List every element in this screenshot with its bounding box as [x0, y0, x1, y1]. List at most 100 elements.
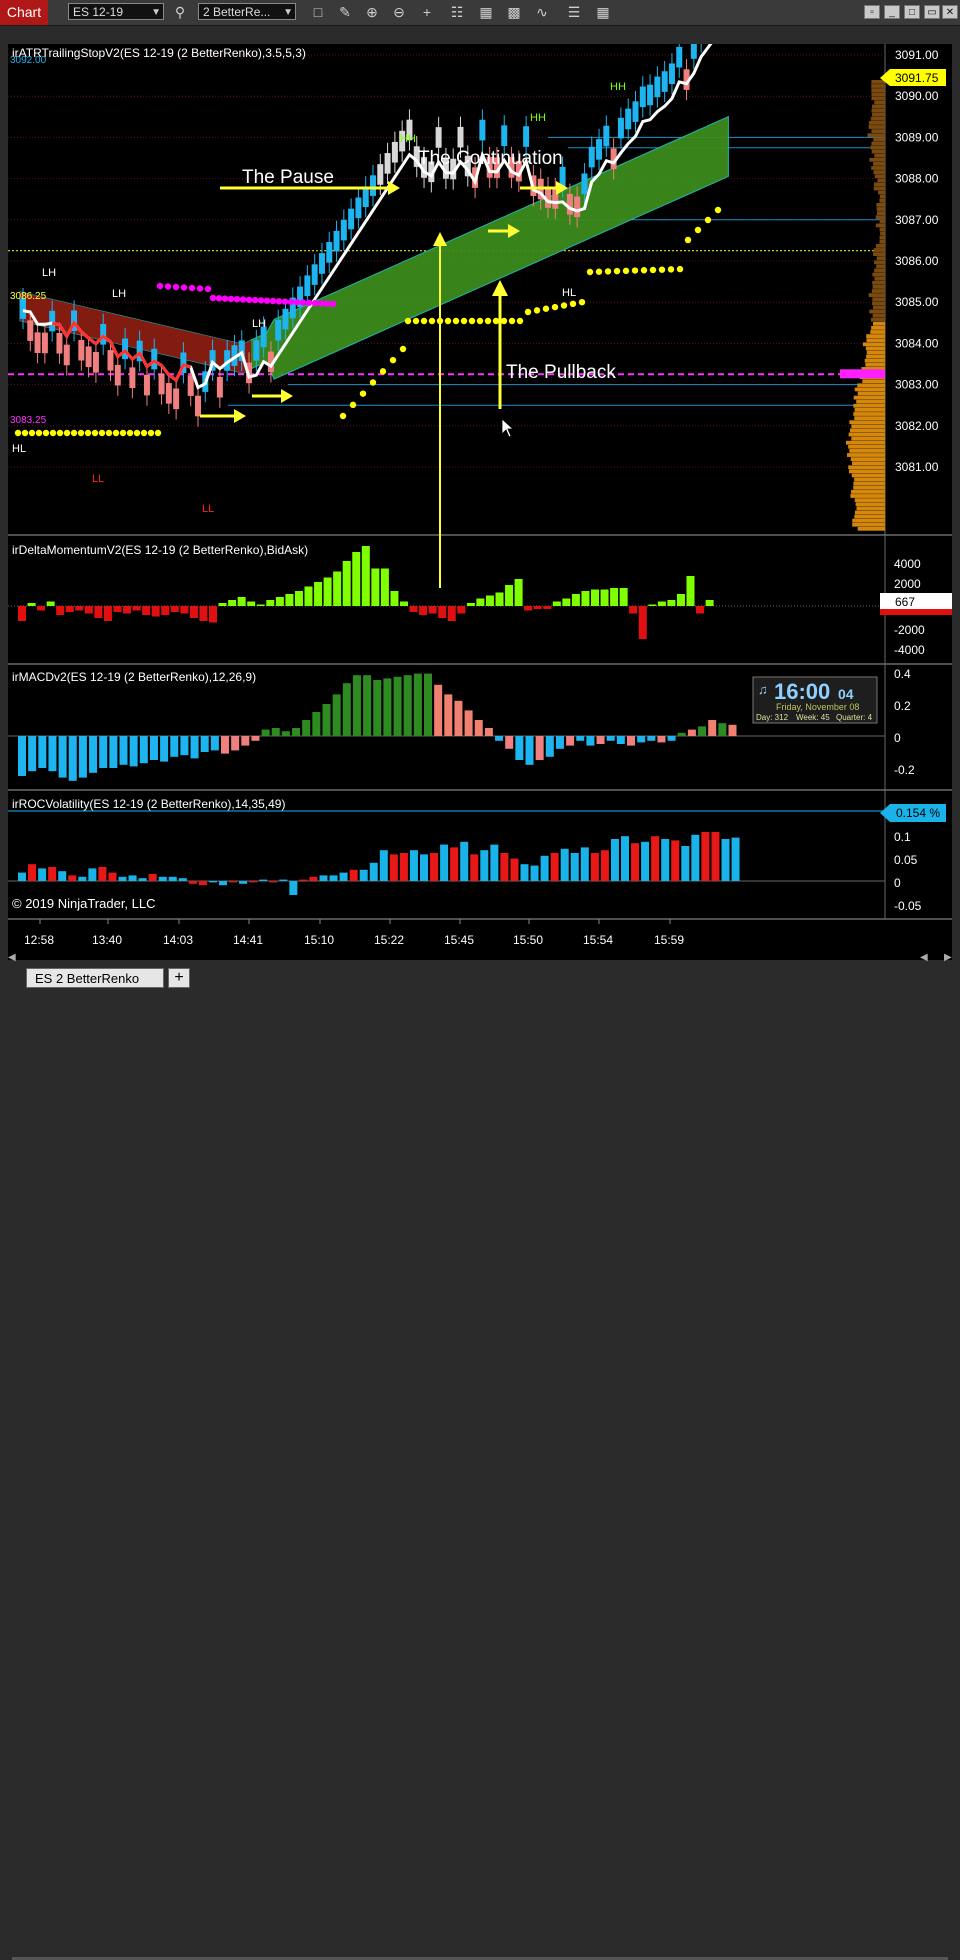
stop-dot [28, 429, 36, 437]
macd-bar [332, 694, 341, 736]
price-bar [384, 153, 391, 174]
volume-profile-bar [872, 313, 885, 318]
price-bar [333, 230, 340, 252]
search-icon[interactable]: ⚲ [171, 3, 189, 21]
scroll-left-icon[interactable]: ◀ [8, 952, 16, 963]
stop-dot [70, 429, 78, 437]
chart-window-title[interactable]: Chart [0, 0, 48, 25]
magenta-dot [196, 285, 204, 292]
macd-bar [586, 736, 595, 746]
delta-bar [371, 568, 380, 606]
volume-profile-bar [874, 268, 885, 273]
properties-icon[interactable]: ▦ [477, 3, 495, 21]
zoom-slider-icon[interactable]: ◀ [920, 952, 928, 963]
price-bar [355, 197, 362, 219]
stop-dot [492, 317, 500, 325]
price-axis-label: 3090.00 [895, 89, 939, 103]
chart-tab-es[interactable]: ES 2 BetterRenko [26, 968, 164, 988]
tile-button[interactable]: ▭ [924, 5, 940, 19]
delta-bar [514, 579, 523, 606]
bar-type-selector[interactable]: 2 BetterRe... ▼ [198, 3, 296, 20]
price-bar [165, 383, 172, 404]
crosshair-icon[interactable]: + [418, 3, 436, 21]
macd-bar [566, 736, 575, 746]
bar-type-value: 2 BetterRe... [203, 5, 271, 19]
volume-profile-bar [870, 116, 885, 121]
volume-profile-bar [871, 96, 885, 101]
swing-label: HH [530, 112, 546, 124]
pencil-icon[interactable]: ✎ [336, 3, 354, 21]
macd-bar [170, 736, 179, 757]
indicator-icon[interactable]: ∿ [533, 3, 551, 21]
restore-button[interactable]: _ [884, 5, 900, 19]
stop-dot [586, 268, 594, 276]
chevron-down-icon: ▼ [283, 7, 293, 18]
zoom-out-icon[interactable]: ⊖ [390, 3, 408, 21]
maximize-button[interactable]: □ [904, 5, 920, 19]
macd-bar [190, 736, 199, 759]
clock-quarter: Quarter: 4 [836, 713, 873, 722]
macd-bar [149, 736, 158, 760]
macd-axis-label: 0 [894, 731, 901, 745]
volume-profile-bar [871, 149, 885, 154]
macd-bar [616, 736, 625, 744]
price-bar [435, 127, 442, 148]
price-bar [275, 319, 282, 341]
volume-profile-bar [851, 473, 885, 478]
volume-profile-bar [857, 383, 885, 388]
stop-dot [640, 267, 648, 274]
magenta-dot [269, 297, 277, 305]
roc-bar [279, 879, 288, 881]
macd-bar [576, 736, 585, 741]
volume-profile-bar [857, 391, 885, 396]
macd-bar [444, 694, 453, 736]
stop-dot [49, 429, 57, 437]
list-icon[interactable]: ☰ [565, 3, 583, 21]
roc-bar [299, 879, 308, 881]
price-bar [216, 376, 223, 398]
time-axis-label: 15:10 [304, 933, 334, 947]
price-bar [690, 38, 697, 59]
volume-profile-bar [872, 272, 885, 277]
volume-profile-bar [871, 326, 885, 330]
roc-bar [701, 832, 710, 881]
close-button[interactable]: ✕ [942, 5, 958, 19]
volume-profile-bar [868, 293, 885, 297]
volume-profile-bar [853, 485, 885, 490]
volume-profile-bar [853, 412, 885, 416]
roc-bar [530, 865, 539, 881]
volume-profile-bar [873, 182, 885, 187]
chart-area[interactable]: irATRTrailingStopV2(ES 12-19 (2 BetterRe… [8, 0, 952, 960]
delta-bar [667, 600, 676, 606]
grid-icon[interactable]: ▦ [594, 3, 612, 21]
delta-bar [218, 603, 227, 606]
delta-bar [466, 603, 475, 606]
swing-label: HH [610, 81, 626, 93]
delta-bar [228, 600, 237, 606]
stop-dot [508, 317, 516, 325]
price-axis-label: 3087.00 [895, 213, 939, 227]
stop-dot [516, 317, 524, 325]
chart-canvas[interactable]: irATRTrailingStopV2(ES 12-19 (2 BetterRe… [8, 0, 952, 960]
scroll-right-icon[interactable]: ▶ [944, 952, 952, 963]
strategy-icon[interactable]: ▩ [505, 3, 523, 21]
instrument-selector[interactable]: ES 12-19 ▼ [68, 3, 164, 20]
square-icon[interactable]: □ [309, 3, 327, 21]
roc-bar [490, 844, 499, 881]
minimize-button[interactable]: ▫ [864, 5, 880, 19]
chart-style-icon[interactable]: ☷ [448, 3, 466, 21]
magenta-dot [299, 299, 307, 306]
stop-dot [484, 317, 492, 325]
roc-bar [289, 881, 298, 895]
add-tab-button[interactable]: + [168, 968, 190, 988]
roc-bar [731, 837, 740, 881]
macd-bar [403, 675, 412, 736]
delta-bar [123, 606, 132, 614]
volume-profile-bar [873, 252, 885, 256]
zoom-in-icon[interactable]: ⊕ [363, 3, 381, 21]
swing-label: LH [112, 288, 126, 300]
magenta-dot [305, 299, 313, 306]
time-axis-label: 12:58 [24, 933, 54, 947]
volume-profile-bar [871, 80, 885, 84]
volume-profile-bar [871, 141, 885, 146]
